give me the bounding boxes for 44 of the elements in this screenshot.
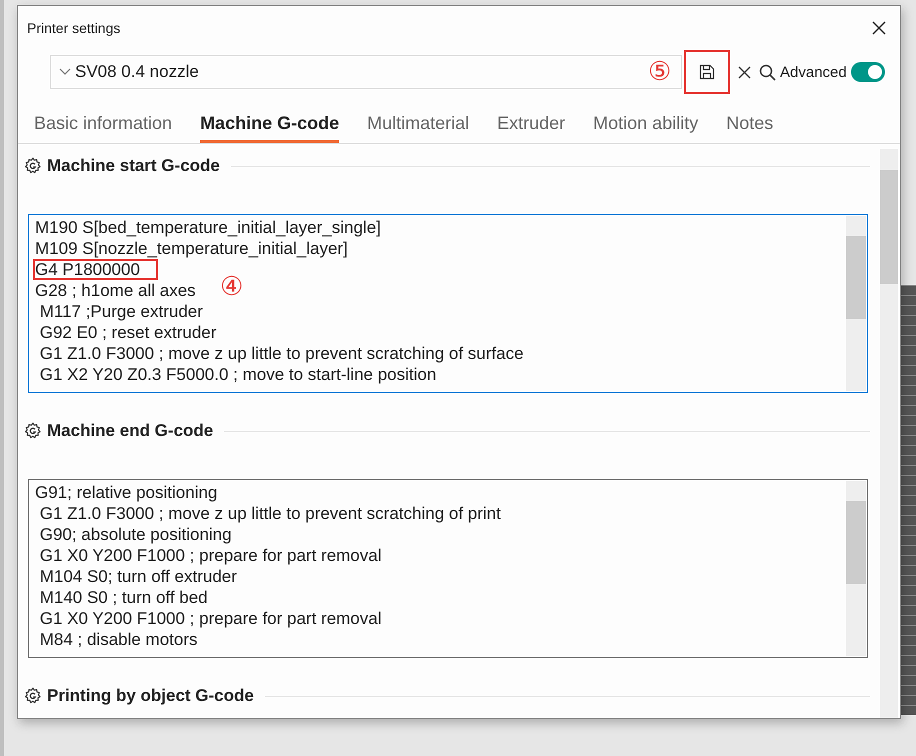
tab[interactable]: Extruder xyxy=(497,113,566,143)
gear-icon xyxy=(24,687,42,705)
section-title: Machine start G-code xyxy=(47,156,220,176)
preset-dropdown[interactable]: SV08 0.4 nozzle ⑤ xyxy=(50,55,682,89)
tab[interactable]: Multimaterial xyxy=(367,113,470,143)
tab[interactable]: Basic information xyxy=(34,113,172,143)
code-line: G91; relative positioning xyxy=(34,482,218,503)
window-title: Printer settings xyxy=(27,20,120,36)
chevron-down-icon xyxy=(59,68,71,76)
code-line: M109 S[nozzle_temperature_initial_layer] xyxy=(34,238,349,259)
tab[interactable]: Machine G-code xyxy=(200,113,340,143)
scrollbar[interactable] xyxy=(846,481,866,656)
scrollbar[interactable] xyxy=(880,149,898,718)
tab[interactable]: Notes xyxy=(726,113,774,143)
code-line: G1 Z1.0 F3000 ; move z up little to prevent scratching of print xyxy=(38,503,502,524)
annotation-number: ⑤ xyxy=(648,58,671,84)
code-line: G1 Z1.0 F3000 ; move z up little to prevent scratching of surface xyxy=(38,343,525,364)
search-icon[interactable] xyxy=(759,64,776,80)
code-line: G90; absolute positioning xyxy=(38,524,233,545)
code-line: G28 ; h1ome all axes xyxy=(34,280,197,301)
advanced-toggle[interactable] xyxy=(850,62,885,82)
advanced-label: Advanced xyxy=(780,64,847,80)
annotation-number: ④ xyxy=(220,272,243,298)
code-line: G92 E0 ; reset extruder xyxy=(38,322,218,343)
section-title: Printing by object G-code xyxy=(47,686,254,706)
tab[interactable]: Motion ability xyxy=(593,113,698,143)
code-line: M84 ; disable motors xyxy=(38,629,199,650)
code-line: M190 S[bed_temperature_initial_layer_single] xyxy=(34,217,382,238)
code-line: G1 X0 Y200 F1000 ; prepare for part removal xyxy=(38,545,382,566)
gear-icon xyxy=(24,422,42,440)
scrollbar[interactable] xyxy=(846,216,866,391)
code-line: M140 S0 ; turn off bed xyxy=(38,587,209,608)
code-line: G1 X2 Y20 Z0.3 F5000.0 ; move to start-line position xyxy=(38,364,438,385)
close-icon[interactable] xyxy=(872,21,886,35)
section-title: Machine end G-code xyxy=(47,421,214,441)
code-line: M104 S0; turn off extruder xyxy=(38,566,238,587)
save-button[interactable] xyxy=(684,50,730,94)
gear-icon xyxy=(24,157,42,175)
code-line: M117 ;Purge extruder xyxy=(38,301,204,322)
save-icon xyxy=(699,64,715,80)
code-line: G1 X0 Y200 F1000 ; prepare for part removal xyxy=(38,608,382,629)
code-editor[interactable] xyxy=(28,214,868,393)
code-editor[interactable] xyxy=(28,479,868,658)
delete-icon[interactable] xyxy=(738,66,751,78)
